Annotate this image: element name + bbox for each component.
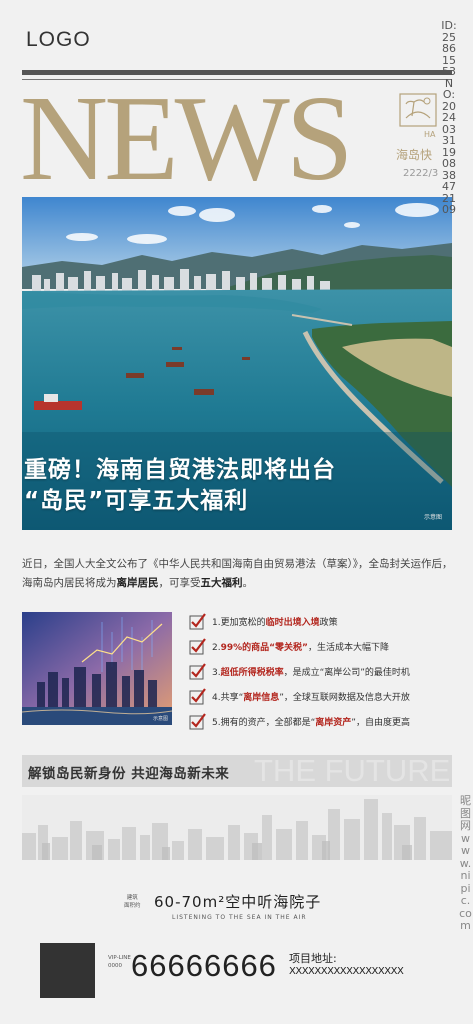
skyline-image [22, 795, 452, 860]
benefit-text: 3.超低所得税税率，是成立“离岸公司”的最佳时机 [212, 668, 410, 678]
side-date: 2222/3 [403, 168, 439, 179]
list-item: 1.更加宽松的临时出境入境政策 [189, 609, 459, 634]
area-title: 60-70m²空中听海院子 [154, 893, 322, 911]
intro-text-3: 。 [242, 577, 254, 589]
benefit-text: 5.拥有的资产，全部都是“离岸资产”，自由度更高 [212, 718, 410, 728]
headline-line-1: 重磅！海南自贸港法即将出台 [24, 457, 336, 483]
sample-mark: 示意图 [424, 514, 443, 521]
benefit-text: 4.共享“离岸信息”，全球互联网数据及信息大开放 [212, 693, 410, 703]
checkbox-checked-icon [189, 663, 206, 680]
intro-bold-1: 离岸居民 [116, 577, 159, 589]
address-label: 项目地址: [289, 952, 337, 965]
intro-paragraph: 近日，全国人大全文公布了《中华人民共和国海南自由贸易港法（草案）》，全岛封关运作… [22, 555, 455, 593]
list-item: 2.99%的商品“零关税”，生活成本大幅下降 [189, 634, 459, 659]
list-item: 5.拥有的资产，全部都是“离岸资产”，自由度更高 [189, 709, 459, 734]
band-title: 解锁岛民新身份 共迎海岛新未来 [28, 766, 230, 782]
benefit-text: 1.更加宽松的临时出境入境政策 [212, 618, 338, 628]
slogan-band: THE FUTURE 解锁岛民新身份 共迎海岛新未来 [22, 755, 452, 787]
checkbox-checked-icon [189, 688, 206, 705]
list-item: 4.共享“离岸信息”，全球互联网数据及信息大开放 [189, 684, 459, 709]
band-ghost-text: THE FUTURE [254, 755, 451, 787]
island-icon [399, 93, 437, 127]
checkbox-checked-icon [189, 713, 206, 730]
phone-number: 66666666 [131, 948, 277, 983]
qr-code [40, 943, 95, 998]
id-watermark: ID:25861553NO:20240331190838472109 [441, 19, 457, 216]
intro-bold-2: 五大福利 [200, 577, 243, 589]
site-watermark: 昵图网www.nipic.com [459, 794, 472, 932]
side-title: 海岛快 [396, 148, 433, 162]
masthead: NEWS [20, 71, 354, 206]
headline: 重磅！海南自贸港法即将出台 “岛民”可享五大福利 [24, 455, 336, 517]
address-value: XXXXXXXXXXXXXXXXXX [289, 966, 404, 977]
benefit-text: 2.99%的商品“零关税”，生活成本大幅下降 [212, 643, 389, 653]
area-label: 建筑 面积约 [124, 895, 141, 909]
photo-mark: 示意图 [153, 716, 169, 722]
checkbox-checked-icon [189, 638, 206, 655]
area-subtitle: LISTENING TO THE SEA IN THE AIR [172, 914, 307, 921]
city-night-image [22, 612, 172, 725]
benefits-list: 1.更加宽松的临时出境入境政策 2.99%的商品“零关税”，生活成本大幅下降 3… [189, 609, 459, 734]
intro-text-2: ，可享受 [158, 577, 201, 589]
logo: LOGO [26, 28, 91, 51]
side-tag: HA [424, 130, 436, 139]
vip-line-label: VIP-LINE 0000 [108, 955, 131, 969]
checkbox-checked-icon [189, 613, 206, 630]
headline-line-2: “岛民”可享五大福利 [24, 488, 249, 514]
list-item: 3.超低所得税税率，是成立“离岸公司”的最佳时机 [189, 659, 459, 684]
